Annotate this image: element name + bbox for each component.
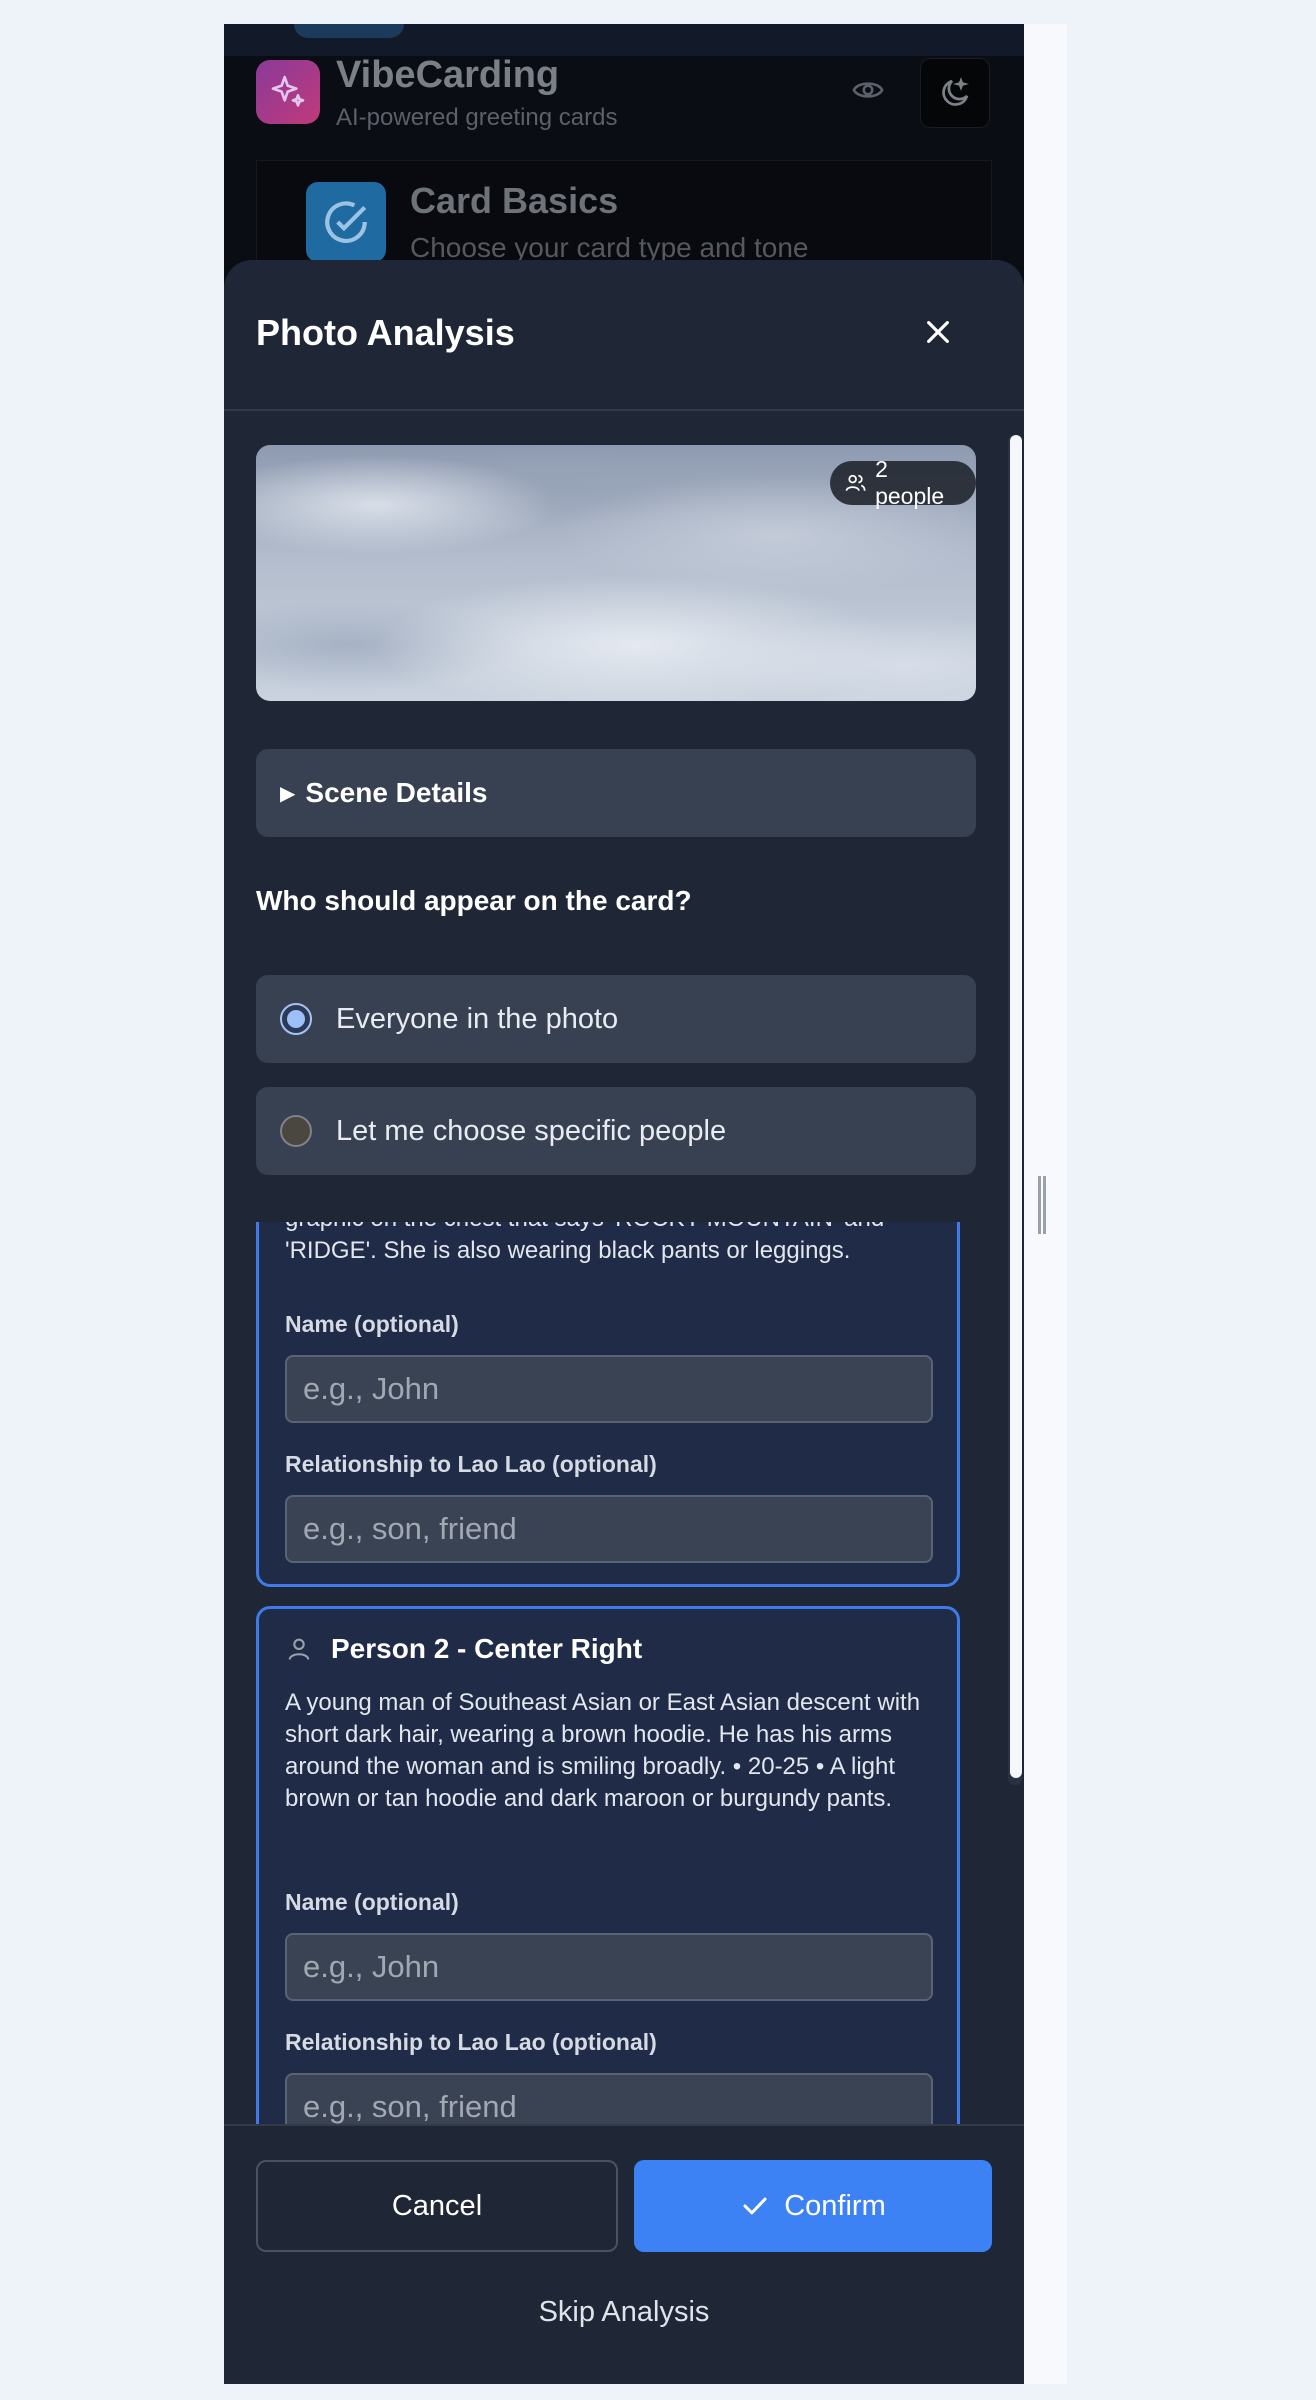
app-name: VibeCarding: [336, 54, 560, 96]
caret-right-icon: ▶: [280, 782, 296, 805]
person-card-2: Person 2 - Center Right A young man of S…: [256, 1606, 960, 2124]
confirm-button[interactable]: Confirm: [634, 2160, 992, 2252]
people-list: graphic on the chest that says 'ROCKY MO…: [256, 1222, 976, 2124]
person-2-description: A young man of Southeast Asian or East A…: [285, 1689, 921, 1812]
close-button[interactable]: [916, 310, 960, 354]
check-circle-icon: [325, 201, 367, 243]
eye-icon: [852, 82, 884, 98]
top-glow: [294, 24, 404, 38]
preview-button[interactable]: [848, 70, 888, 110]
option-everyone-label: Everyone in the photo: [336, 1002, 619, 1035]
people-count-badge: 2 people: [830, 456, 976, 509]
person-1-name-label: Name (optional): [285, 1311, 459, 1337]
scene-details-toggle[interactable]: ▶ Scene Details: [256, 749, 976, 837]
option-choose-people[interactable]: Let me choose specific people: [256, 1087, 976, 1175]
theme-toggle-button[interactable]: [920, 58, 990, 128]
photo-analysis-modal: Photo Analysis 2 people ▶ Scene Details …: [224, 260, 1024, 2384]
who-question: Who should appear on the card?: [256, 885, 692, 916]
app-tagline: AI-powered greeting cards: [336, 104, 618, 131]
photo-preview: 2 people: [256, 445, 976, 701]
person-card-1: graphic on the chest that says 'ROCKY MO…: [256, 1222, 960, 1587]
option-everyone[interactable]: Everyone in the photo: [256, 975, 976, 1063]
person-1-description: graphic on the chest that says 'ROCKY MO…: [285, 1222, 884, 1264]
person-2-relationship-input[interactable]: [285, 2073, 933, 2124]
close-icon: [927, 321, 949, 343]
app-window: VibeCarding AI-powered greeting cards Ca…: [224, 24, 1024, 2384]
person-2-title: Person 2 - Center Right: [331, 1633, 643, 1664]
moon-icon: [942, 77, 969, 106]
sparkles-icon: [271, 75, 305, 107]
users-icon: [845, 474, 866, 492]
cancel-button[interactable]: Cancel: [256, 2160, 618, 2252]
option-choose-label: Let me choose specific people: [336, 1114, 727, 1147]
person-1-name-input[interactable]: [285, 1355, 933, 1423]
section-title: Card Basics: [410, 180, 619, 221]
modal-title: Photo Analysis: [256, 312, 515, 353]
skip-analysis-link[interactable]: Skip Analysis: [224, 2296, 1024, 2329]
radio-unselected[interactable]: [280, 1115, 312, 1147]
resize-handle[interactable]: [1038, 1176, 1046, 1234]
scene-details-label: Scene Details: [305, 777, 488, 808]
confirm-label: Confirm: [784, 2189, 886, 2222]
person-1-relationship-label: Relationship to Lao Lao (optional): [285, 1451, 657, 1477]
modal-scroll-area[interactable]: 2 people ▶ Scene Details Who should appe…: [224, 411, 1008, 2124]
modal-footer: Cancel Confirm Skip Analysis: [224, 2124, 1024, 2384]
logo-tile: [256, 60, 320, 124]
person-2-header: Person 2 - Center Right: [285, 1633, 642, 1665]
card-basics-icon-tile: [306, 182, 386, 262]
radio-selected[interactable]: [280, 1003, 312, 1035]
person-2-name-label: Name (optional): [285, 1889, 459, 1915]
person-2-name-input[interactable]: [285, 1933, 933, 2001]
scrollbar-thumb[interactable]: [1010, 435, 1022, 1778]
person-2-relationship-label: Relationship to Lao Lao (optional): [285, 2029, 657, 2055]
person-1-relationship-input[interactable]: [285, 1495, 933, 1563]
person-icon: [288, 1638, 310, 1660]
check-icon: [743, 2197, 767, 2215]
people-count-text: 2 people: [875, 456, 945, 509]
